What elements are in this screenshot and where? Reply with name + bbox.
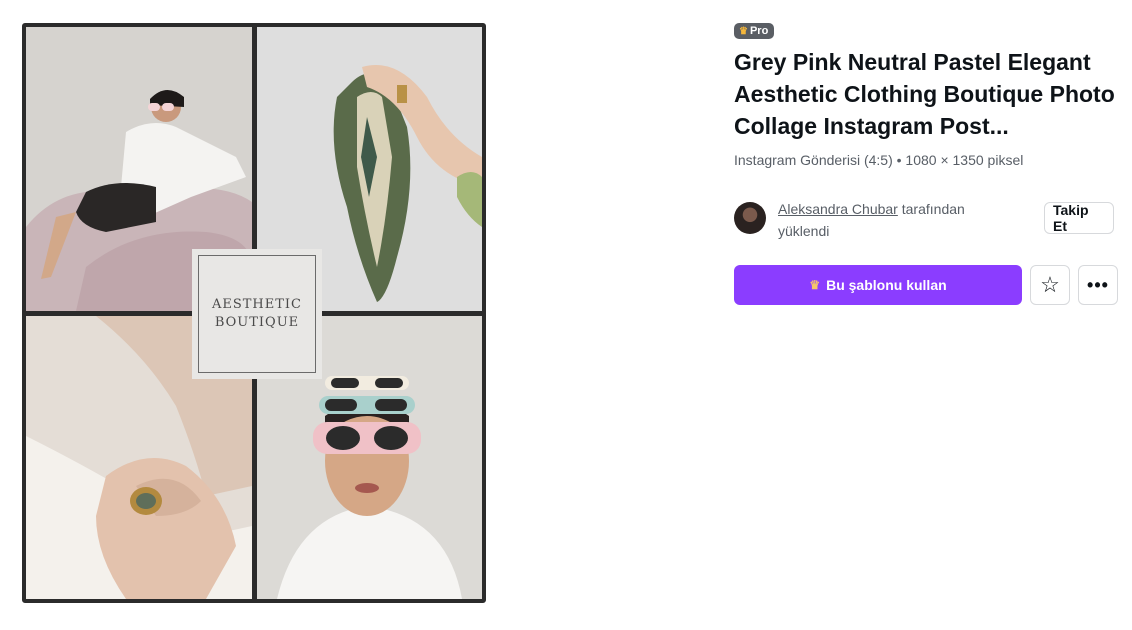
logo-text-line1: AESTHETIC [211,297,303,312]
follow-button[interactable]: Takip Et [1044,202,1114,234]
template-preview[interactable]: AESTHETIC BOUTIQUE [22,23,486,603]
pro-badge: ♛ Pro [734,23,775,39]
more-icon: ••• [1087,274,1109,295]
use-template-label: Bu şablonu kullan [826,277,947,293]
star-icon: ☆ [1040,272,1060,297]
template-title: Grey Pink Neutral Pastel Elegant Aesthet… [734,49,1115,139]
more-options-button[interactable]: ••• [1078,265,1118,305]
logo-text-line2: BOUTIQUE [214,315,300,330]
author-suffix-line2: yüklendi [778,223,830,239]
boutique-logo-card: AESTHETIC BOUTIQUE [192,249,322,379]
crown-icon: ♛ [739,25,748,37]
author-suffix: tarafından [897,201,965,217]
author-credit: Aleksandra Chubar tarafından yüklendi [778,198,965,242]
author-row: Aleksandra Chubar tarafından yüklendi Ta… [734,198,1120,244]
boutique-logo-frame: AESTHETIC BOUTIQUE [198,255,316,373]
author-link[interactable]: Aleksandra Chubar [778,201,898,217]
crown-icon: ♛ [809,278,821,292]
avatar[interactable] [734,202,766,234]
favorite-button[interactable]: ☆ [1030,265,1070,305]
template-meta: Instagram Gönderisi (4:5) • 1080 × 1350 … [734,152,1024,168]
pro-badge-label: Pro [749,25,769,37]
use-template-button[interactable]: ♛ Bu şablonu kullan [734,265,1022,305]
